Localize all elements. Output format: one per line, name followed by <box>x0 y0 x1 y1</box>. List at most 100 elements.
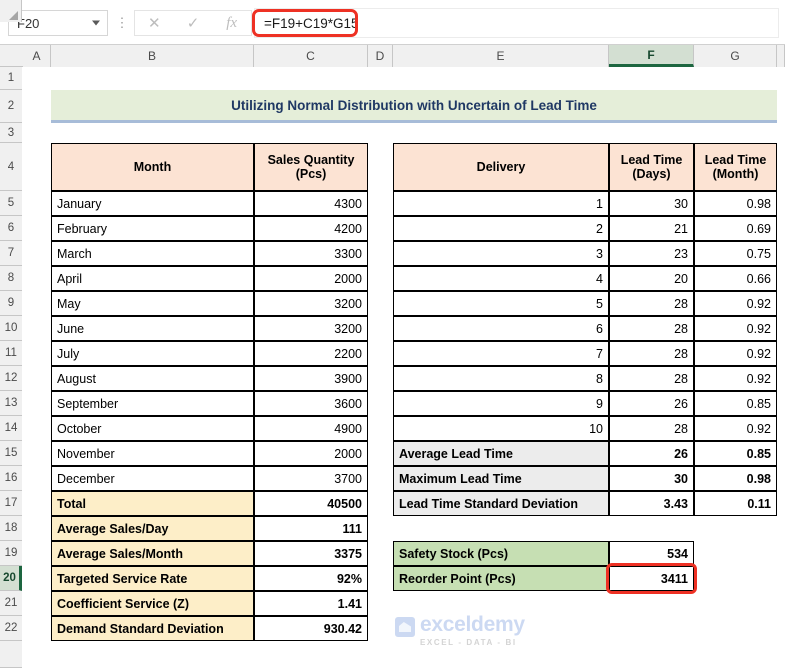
spreadsheet-grid[interactable]: Utilizing Normal Distribution with Uncer… <box>23 67 785 668</box>
sales-row-quantity[interactable]: 2200 <box>254 341 368 366</box>
sales-row-quantity[interactable]: 3700 <box>254 466 368 491</box>
row-header-2[interactable]: 2 <box>0 90 22 123</box>
leadtime-row-delivery[interactable]: 3 <box>393 241 609 266</box>
sales-row-month[interactable]: February <box>51 216 254 241</box>
sales-row-month[interactable]: September <box>51 391 254 416</box>
sales-row-month[interactable]: June <box>51 316 254 341</box>
leadtime-summary-label[interactable]: Maximum Lead Time <box>393 466 609 491</box>
row-header-blank[interactable] <box>0 641 22 668</box>
result-row-label[interactable]: Safety Stock (Pcs) <box>393 541 609 566</box>
row-header-17[interactable]: 17 <box>0 491 22 516</box>
leadtime-row-delivery[interactable]: 1 <box>393 191 609 216</box>
leadtime-row-days[interactable]: 26 <box>609 391 694 416</box>
chevron-down-icon[interactable] <box>92 20 100 26</box>
leadtime-row-delivery[interactable]: 6 <box>393 316 609 341</box>
column-header-c[interactable]: C <box>254 45 368 67</box>
sales-summary-value[interactable]: 40500 <box>254 491 368 516</box>
sales-row-quantity[interactable]: 3200 <box>254 291 368 316</box>
sales-summary-value[interactable]: 3375 <box>254 541 368 566</box>
sales-summary-value[interactable]: 92% <box>254 566 368 591</box>
leadtime-row-delivery[interactable]: 4 <box>393 266 609 291</box>
sales-summary-label[interactable]: Demand Standard Deviation <box>51 616 254 641</box>
sales-row-quantity[interactable]: 3300 <box>254 241 368 266</box>
column-header-b[interactable]: B <box>51 45 254 67</box>
close-icon[interactable]: ✕ <box>135 16 174 31</box>
leadtime-row-days[interactable]: 23 <box>609 241 694 266</box>
leadtime-row-month[interactable]: 0.92 <box>694 341 777 366</box>
leadtime-row-days[interactable]: 28 <box>609 366 694 391</box>
result-row-value-selected[interactable]: 3411 <box>609 566 694 591</box>
row-header-15[interactable]: 15 <box>0 441 22 466</box>
leadtime-row-days[interactable]: 28 <box>609 316 694 341</box>
sales-summary-value[interactable]: 930.42 <box>254 616 368 641</box>
sales-summary-label[interactable]: Total <box>51 491 254 516</box>
row-header-1[interactable]: 1 <box>0 67 22 90</box>
row-header-13[interactable]: 13 <box>0 391 22 416</box>
row-header-14[interactable]: 14 <box>0 416 22 441</box>
leadtime-row-month[interactable]: 0.92 <box>694 366 777 391</box>
sales-row-month[interactable]: July <box>51 341 254 366</box>
row-header-22[interactable]: 22 <box>0 616 22 641</box>
leadtime-row-month[interactable]: 0.98 <box>694 191 777 216</box>
leadtime-summary-month[interactable]: 0.11 <box>694 491 777 516</box>
row-header-4[interactable]: 4 <box>0 143 22 191</box>
leadtime-row-month[interactable]: 0.92 <box>694 416 777 441</box>
leadtime-row-days[interactable]: 28 <box>609 291 694 316</box>
select-all-corner[interactable] <box>0 0 22 22</box>
leadtime-summary-label[interactable]: Lead Time Standard Deviation <box>393 491 609 516</box>
sales-row-quantity[interactable]: 3900 <box>254 366 368 391</box>
sales-row-month[interactable]: October <box>51 416 254 441</box>
sales-row-month[interactable]: August <box>51 366 254 391</box>
leadtime-summary-month[interactable]: 0.98 <box>694 466 777 491</box>
name-box[interactable]: F20 <box>8 10 108 36</box>
fx-icon[interactable]: fx <box>212 15 251 31</box>
sales-summary-label[interactable]: Coefficient Service (Z) <box>51 591 254 616</box>
leadtime-row-month[interactable]: 0.75 <box>694 241 777 266</box>
sales-row-quantity[interactable]: 2000 <box>254 441 368 466</box>
sales-summary-label[interactable]: Average Sales/Day <box>51 516 254 541</box>
row-header-3[interactable]: 3 <box>0 123 22 143</box>
leadtime-row-delivery[interactable]: 8 <box>393 366 609 391</box>
row-header-9[interactable]: 9 <box>0 291 22 316</box>
leadtime-row-month[interactable]: 0.85 <box>694 391 777 416</box>
vertical-dots-icon[interactable]: ⋮ <box>115 10 129 36</box>
leadtime-row-days[interactable]: 21 <box>609 216 694 241</box>
leadtime-row-delivery[interactable]: 7 <box>393 341 609 366</box>
sales-row-quantity[interactable]: 4200 <box>254 216 368 241</box>
leadtime-summary-days[interactable]: 26 <box>609 441 694 466</box>
sales-row-quantity[interactable]: 2000 <box>254 266 368 291</box>
leadtime-summary-label[interactable]: Average Lead Time <box>393 441 609 466</box>
sales-row-quantity[interactable]: 4900 <box>254 416 368 441</box>
row-header-7[interactable]: 7 <box>0 241 22 266</box>
row-header-20[interactable]: 20 <box>0 566 22 591</box>
sales-summary-value[interactable]: 111 <box>254 516 368 541</box>
row-header-19[interactable]: 19 <box>0 541 22 566</box>
leadtime-summary-days[interactable]: 3.43 <box>609 491 694 516</box>
leadtime-row-month[interactable]: 0.69 <box>694 216 777 241</box>
result-row-value[interactable]: 534 <box>609 541 694 566</box>
row-header-5[interactable]: 5 <box>0 191 22 216</box>
sales-row-month[interactable]: May <box>51 291 254 316</box>
leadtime-row-days[interactable]: 28 <box>609 341 694 366</box>
row-header-11[interactable]: 11 <box>0 341 22 366</box>
sales-summary-value[interactable]: 1.41 <box>254 591 368 616</box>
row-header-18[interactable]: 18 <box>0 516 22 541</box>
row-header-12[interactable]: 12 <box>0 366 22 391</box>
row-header-16[interactable]: 16 <box>0 466 22 491</box>
leadtime-row-month[interactable]: 0.92 <box>694 291 777 316</box>
sales-row-quantity[interactable]: 3600 <box>254 391 368 416</box>
row-header-8[interactable]: 8 <box>0 266 22 291</box>
leadtime-row-days[interactable]: 28 <box>609 416 694 441</box>
column-header-f[interactable]: F <box>609 45 694 67</box>
leadtime-summary-days[interactable]: 30 <box>609 466 694 491</box>
leadtime-row-delivery[interactable]: 5 <box>393 291 609 316</box>
sales-summary-label[interactable]: Targeted Service Rate <box>51 566 254 591</box>
leadtime-row-delivery[interactable]: 10 <box>393 416 609 441</box>
leadtime-row-days[interactable]: 20 <box>609 266 694 291</box>
sales-row-quantity[interactable]: 4300 <box>254 191 368 216</box>
leadtime-row-days[interactable]: 30 <box>609 191 694 216</box>
leadtime-row-delivery[interactable]: 9 <box>393 391 609 416</box>
sales-row-month[interactable]: January <box>51 191 254 216</box>
column-header-g[interactable]: G <box>694 45 777 67</box>
leadtime-row-delivery[interactable]: 2 <box>393 216 609 241</box>
